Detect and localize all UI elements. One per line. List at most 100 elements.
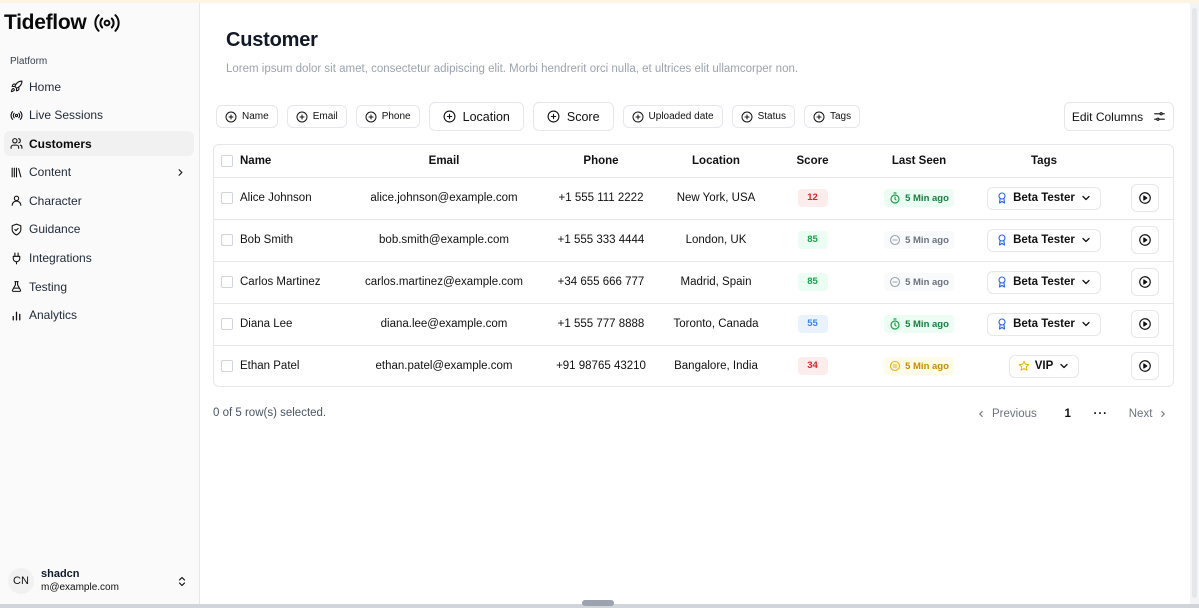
sidebar-item-integrations[interactable]: Integrations bbox=[4, 246, 194, 271]
badge-ribbon-icon bbox=[998, 318, 1006, 330]
resize-handle[interactable] bbox=[582, 600, 614, 606]
header-tags[interactable]: Tags bbox=[973, 145, 1115, 177]
tag-dropdown[interactable]: Beta Tester bbox=[987, 270, 1101, 294]
tag-dropdown[interactable]: Beta Tester bbox=[987, 312, 1101, 336]
filter-name-button[interactable]: Name bbox=[216, 105, 278, 128]
badge-ribbon-icon bbox=[998, 234, 1006, 246]
score-badge: 85 bbox=[797, 273, 828, 291]
tag-label: Beta Tester bbox=[1013, 234, 1075, 246]
table-row[interactable]: Carlos Martinez carlos.martinez@example.… bbox=[214, 260, 1173, 303]
sidebar-item-live-sessions[interactable]: Live Sessions bbox=[4, 103, 194, 128]
cell-phone: +91 98765 43210 bbox=[530, 344, 672, 386]
cell-location: Toronto, Canada bbox=[672, 302, 760, 345]
sidebar-item-label: Integrations bbox=[29, 251, 92, 266]
table-header-row: Name Email Phone Location Score Last See… bbox=[214, 145, 1173, 177]
score-badge: 12 bbox=[797, 189, 828, 207]
filter-status-button[interactable]: Status bbox=[731, 105, 795, 128]
plus-circle-icon bbox=[365, 111, 377, 122]
filter-label: Email bbox=[312, 111, 338, 122]
chevron-down-icon bbox=[1082, 195, 1090, 201]
row-checkbox[interactable] bbox=[221, 317, 233, 330]
row-checkbox[interactable] bbox=[221, 275, 233, 288]
filter-tags-button[interactable]: Tags bbox=[803, 105, 861, 128]
cell-name: Ethan Patel bbox=[240, 344, 358, 386]
avatar: CN bbox=[8, 568, 34, 594]
chevron-right-icon[interactable] bbox=[175, 167, 186, 178]
filter-email-button[interactable]: Email bbox=[286, 105, 347, 128]
user-menu[interactable]: CN shadcn m@example.com bbox=[8, 565, 192, 597]
more-pages-ellipsis: ··· bbox=[1093, 408, 1108, 420]
previous-page-button[interactable]: Previous bbox=[976, 408, 1037, 420]
header-actions bbox=[1115, 145, 1173, 177]
row-checkbox[interactable] bbox=[221, 191, 233, 204]
filter-score-button[interactable]: Score bbox=[532, 102, 614, 131]
table-row[interactable]: Ethan Patel ethan.patel@example.com +91 … bbox=[214, 344, 1173, 386]
next-page-button[interactable]: Next bbox=[1129, 408, 1169, 420]
select-all-checkbox[interactable] bbox=[221, 154, 233, 167]
row-action-button[interactable] bbox=[1131, 184, 1159, 212]
header-score[interactable]: Score bbox=[760, 145, 865, 177]
tag-label: VIP bbox=[1034, 360, 1054, 373]
cell-phone: +1 555 111 2222 bbox=[530, 176, 672, 219]
tag-label: Beta Tester bbox=[1013, 318, 1075, 330]
row-checkbox[interactable] bbox=[221, 360, 233, 373]
header-name[interactable]: Name bbox=[240, 145, 358, 177]
last-seen-badge: 5 Min ago bbox=[884, 357, 954, 376]
scrollbar-thumb[interactable] bbox=[1192, 8, 1197, 598]
cell-name: Bob Smith bbox=[240, 218, 358, 261]
previous-label: Previous bbox=[992, 408, 1037, 420]
sidebar-item-content[interactable]: Content bbox=[4, 160, 194, 185]
cell-email: diana.lee@example.com bbox=[358, 302, 530, 345]
play-circle-icon bbox=[1139, 318, 1151, 330]
cell-email: carlos.martinez@example.com bbox=[358, 260, 530, 303]
brand[interactable]: Tideflow bbox=[4, 11, 120, 35]
header-last-seen[interactable]: Last Seen bbox=[865, 145, 973, 177]
rocket-icon bbox=[10, 80, 23, 93]
sliders-icon bbox=[1154, 112, 1166, 121]
filter-location-button[interactable]: Location bbox=[428, 102, 524, 131]
selection-count: 0 of 5 row(s) selected. bbox=[213, 407, 327, 419]
main-content: Customer Lorem ipsum dolor sit amet, con… bbox=[200, 3, 1190, 605]
cell-phone: +1 555 777 8888 bbox=[530, 302, 672, 345]
page-1-button[interactable]: 1 bbox=[1057, 408, 1079, 420]
header-phone[interactable]: Phone bbox=[530, 145, 672, 177]
section-label-platform: Platform bbox=[10, 56, 48, 67]
edit-columns-button[interactable]: Edit Columns bbox=[1064, 102, 1174, 131]
sidebar-item-home[interactable]: Home bbox=[4, 74, 194, 99]
table-row[interactable]: Alice Johnson alice.johnson@example.com … bbox=[214, 176, 1173, 219]
user-name: shadcn bbox=[41, 568, 80, 580]
customers-table: Name Email Phone Location Score Last See… bbox=[213, 144, 1174, 387]
row-action-button[interactable] bbox=[1131, 226, 1159, 254]
table-row[interactable]: Diana Lee diana.lee@example.com +1 555 7… bbox=[214, 302, 1173, 345]
sidebar-item-testing[interactable]: Testing bbox=[4, 274, 194, 299]
row-action-button[interactable] bbox=[1131, 352, 1159, 381]
row-action-button[interactable] bbox=[1131, 310, 1159, 338]
filter-label: Score bbox=[566, 109, 600, 124]
chevron-down-icon bbox=[1082, 237, 1090, 243]
user-icon bbox=[11, 196, 22, 207]
sidebar-item-customers[interactable]: Customers bbox=[4, 131, 194, 157]
table-row[interactable]: Bob Smith bob.smith@example.com +1 555 3… bbox=[214, 218, 1173, 261]
score-badge: 85 bbox=[797, 231, 828, 249]
cell-location: London, UK bbox=[672, 218, 760, 261]
header-location[interactable]: Location bbox=[672, 145, 760, 177]
chevron-left-icon bbox=[979, 410, 983, 418]
row-action-button[interactable] bbox=[1131, 268, 1159, 296]
sidebar-item-analytics[interactable]: Analytics bbox=[4, 303, 194, 328]
sidebar-item-guidance[interactable]: Guidance bbox=[4, 217, 194, 242]
header-email[interactable]: Email bbox=[358, 145, 530, 177]
filter-uploaded-date-button[interactable]: Uploaded date bbox=[622, 105, 723, 128]
play-circle-icon bbox=[1139, 276, 1151, 288]
filter-bar: Name Email Phone Location Score Uploaded… bbox=[216, 102, 861, 131]
plus-circle-icon bbox=[443, 110, 456, 123]
tag-dropdown[interactable]: VIP bbox=[1008, 354, 1080, 378]
sidebar-item-character[interactable]: Character bbox=[4, 188, 194, 213]
tag-dropdown[interactable]: Beta Tester bbox=[987, 228, 1101, 252]
filter-phone-button[interactable]: Phone bbox=[355, 105, 420, 128]
cell-name: Carlos Martinez bbox=[240, 260, 358, 303]
flask-icon bbox=[11, 281, 22, 293]
row-checkbox[interactable] bbox=[221, 233, 233, 246]
last-seen-badge: 5 Min ago bbox=[884, 189, 954, 207]
sidebar-item-label: Live Sessions bbox=[29, 108, 104, 123]
tag-dropdown[interactable]: Beta Tester bbox=[987, 186, 1101, 210]
